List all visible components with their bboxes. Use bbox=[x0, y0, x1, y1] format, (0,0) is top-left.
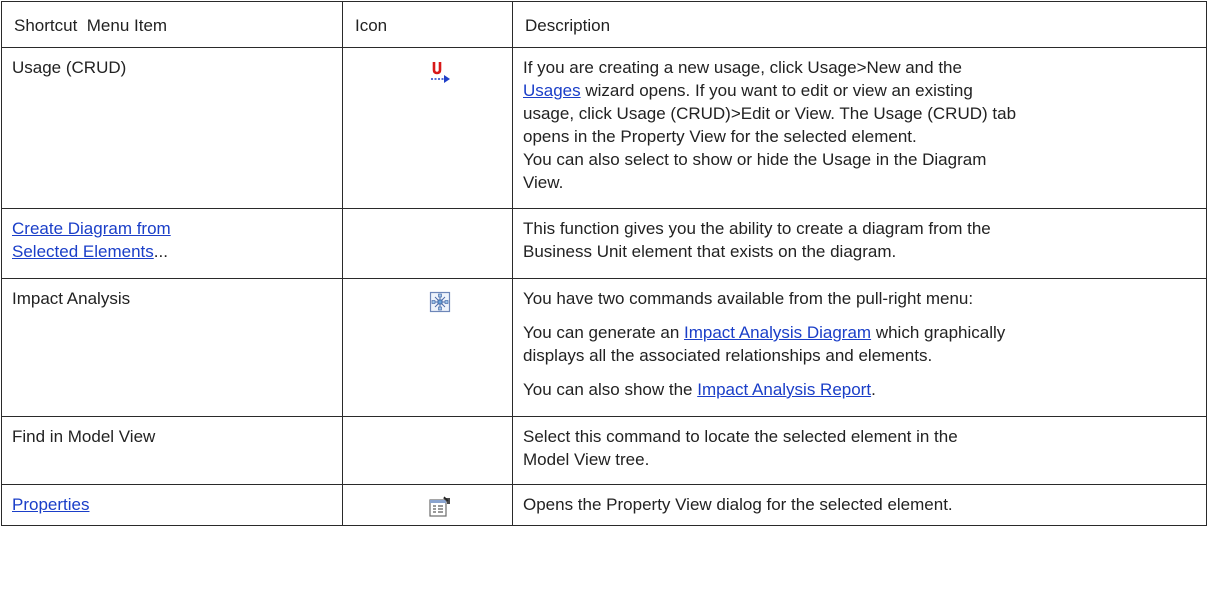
icon-cell bbox=[342, 47, 513, 209]
impact-desc-text: which graphically bbox=[871, 323, 1006, 342]
item-find-label: Find in Model View bbox=[12, 427, 156, 446]
description-cell: This function gives you the ability to c… bbox=[512, 208, 1207, 279]
impact-desc-text: . bbox=[871, 380, 876, 399]
usage-desc-line: If you are creating a new usage, click U… bbox=[523, 58, 962, 77]
item-cell: Properties bbox=[1, 484, 343, 526]
usage-desc-line: View. bbox=[523, 173, 564, 192]
usage-desc-line: You can also select to show or hide the … bbox=[523, 150, 987, 169]
shortcut-menu-table: Shortcut Menu Item Icon Description Usag… bbox=[1, 1, 1207, 526]
item-cell: Create Diagram from Selected Elements... bbox=[1, 208, 343, 279]
create-diagram-desc-line: Business Unit element that exists on the… bbox=[523, 242, 897, 261]
create-diagram-suffix: ... bbox=[153, 242, 168, 261]
table-row-properties: Properties Opens the Property View dialo… bbox=[1, 484, 1207, 526]
impact-desc-paragraph: You can generate an Impact Analysis Diag… bbox=[523, 321, 1196, 367]
header-description: Description bbox=[512, 1, 1207, 48]
impact-analysis-icon bbox=[429, 291, 451, 313]
icon-cell bbox=[342, 278, 513, 417]
impact-desc-paragraph: You have two commands available from the… bbox=[523, 289, 974, 308]
impact-analysis-report-link[interactable]: Impact Analysis Report bbox=[697, 380, 871, 399]
impact-desc-text: You can also show the bbox=[523, 380, 698, 399]
table-header-row: Shortcut Menu Item Icon Description bbox=[1, 1, 1207, 48]
usage-desc-line: wizard opens. If you want to edit or vie… bbox=[580, 81, 973, 100]
description-cell: Select this command to locate the select… bbox=[512, 416, 1207, 485]
impact-analysis-diagram-link[interactable]: Impact Analysis Diagram bbox=[684, 323, 871, 342]
item-impact-label: Impact Analysis bbox=[12, 289, 131, 308]
create-diagram-desc-line: This function gives you the ability to c… bbox=[523, 219, 991, 238]
description-cell: Opens the Property View dialog for the s… bbox=[512, 484, 1207, 526]
find-desc-line: Select this command to locate the select… bbox=[523, 427, 958, 446]
table-row-create-diagram: Create Diagram from Selected Elements...… bbox=[1, 208, 1207, 279]
item-cell: Impact Analysis bbox=[1, 278, 343, 417]
impact-desc-text: You can generate an bbox=[523, 323, 685, 342]
properties-icon bbox=[429, 496, 450, 517]
find-desc-line: Model View tree. bbox=[523, 450, 650, 469]
properties-link[interactable]: Properties bbox=[12, 495, 89, 514]
impact-desc-paragraph: You can also show the Impact Analysis Re… bbox=[523, 378, 1196, 401]
item-cell: Find in Model View bbox=[1, 416, 343, 485]
header-item-label: Shortcut Menu Item bbox=[14, 16, 168, 35]
table-row-impact-analysis: Impact Analysis You have two commands av… bbox=[1, 278, 1207, 417]
create-diagram-link[interactable]: Selected Elements bbox=[12, 242, 154, 261]
description-cell: If you are creating a new usage, click U… bbox=[512, 47, 1207, 209]
header-icon: Icon bbox=[342, 1, 513, 48]
header-description-label: Description bbox=[525, 16, 611, 35]
description-cell: You have two commands available from the… bbox=[512, 278, 1207, 417]
properties-desc-line: Opens the Property View dialog for the s… bbox=[523, 495, 953, 514]
header-icon-label: Icon bbox=[355, 16, 388, 35]
item-usage-label: Usage (CRUD) bbox=[12, 58, 127, 77]
item-cell: Usage (CRUD) bbox=[1, 47, 343, 209]
usages-wizard-link[interactable]: Usages bbox=[523, 81, 581, 100]
create-diagram-link[interactable]: Create Diagram from bbox=[12, 219, 171, 238]
usage-crud-icon bbox=[431, 62, 450, 83]
usage-desc-line: usage, click Usage (CRUD)>Edit or View. … bbox=[523, 104, 1017, 123]
icon-cell bbox=[342, 416, 513, 485]
usage-desc-line: opens in the Property View for the selec… bbox=[523, 127, 917, 146]
icon-cell bbox=[342, 484, 513, 526]
header-item: Shortcut Menu Item bbox=[1, 1, 343, 48]
impact-desc-text: displays all the associated relationship… bbox=[523, 346, 933, 365]
table-row-find-in-model-view: Find in Model View Select this command t… bbox=[1, 416, 1207, 485]
icon-cell bbox=[342, 208, 513, 279]
table-row-usage: Usage (CRUD) If you are creating a new u… bbox=[1, 47, 1207, 209]
